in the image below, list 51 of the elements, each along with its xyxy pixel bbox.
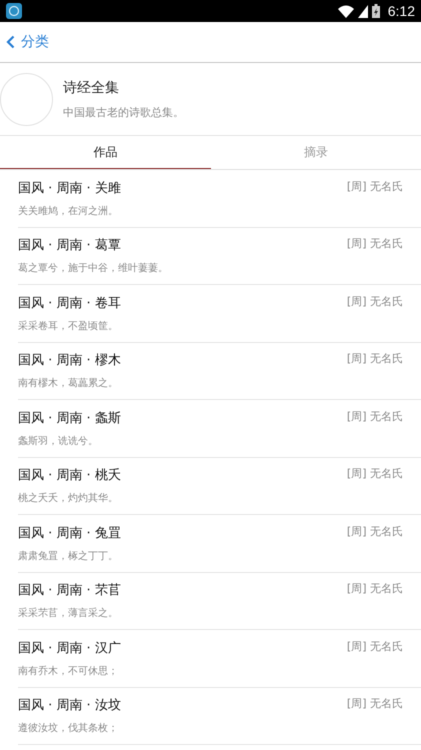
battery-icon — [372, 4, 380, 18]
poem-author: [周] 无名氏 — [346, 236, 403, 252]
poem-excerpt: 肃肃兔罝，椓之丁丁。 — [18, 550, 119, 563]
poem-list-item[interactable]: 国风 · 周南 · 樛木 [周] 无名氏 南有樛木，葛藟累之。 — [18, 342, 421, 400]
back-button[interactable]: 分类 — [6, 33, 49, 51]
collection-title: 诗经全集 — [63, 78, 120, 96]
poem-author: [周] 无名氏 — [346, 351, 403, 368]
poem-title: 国风 · 周南 · 螽斯 — [18, 410, 122, 427]
signal-icon — [358, 4, 368, 18]
poem-author: [周] 无名氏 — [346, 466, 403, 482]
poem-excerpt: 葛之覃兮，施于中谷，维叶萋萋。 — [18, 262, 169, 276]
tab[interactable]: 作品 — [0, 136, 210, 169]
poem-title: 国风 · 周南 · 兔罝 — [18, 524, 122, 542]
poem-author: [周] 无名氏 — [346, 696, 403, 712]
poem-title: 国风 · 周南 · 芣苢 — [18, 582, 122, 600]
poem-excerpt: 采采芣苢，薄言采之。 — [18, 606, 119, 620]
poem-list-item[interactable]: 国风 · 周南 · 卷耳 [周] 无名氏 采采卷耳，不盈顷筐。 — [18, 285, 421, 342]
poem-list-item[interactable]: 国风 · 周南 · 汝坟 [周] 无名氏 遵彼汝坟，伐其条枚； — [18, 688, 421, 745]
poem-list-item[interactable]: 国风 · 周南 · 桃夭 [周] 无名氏 桃之夭夭，灼灼其华。 — [18, 458, 421, 515]
poem-excerpt: 采采卷耳，不盈顷筐。 — [18, 320, 119, 333]
collection-description: 中国最古老的诗歌总集。 — [63, 104, 184, 120]
poem-list-item[interactable]: 国风 · 周南 · 兔罝 [周] 无名氏 肃肃兔罝，椓之丁丁。 — [18, 515, 421, 572]
wifi-icon — [338, 4, 354, 18]
poem-title: 国风 · 周南 · 桃夭 — [18, 467, 122, 484]
poem-list-item[interactable]: 国风 · 周南 · 关雎 [周] 无名氏 关关雎鸠，在河之洲。 — [18, 170, 421, 228]
poem-excerpt: 南有樛木，葛藟累之。 — [18, 376, 119, 390]
poem-title: 国风 · 周南 · 葛覃 — [18, 237, 122, 254]
poem-author: [周] 无名氏 — [346, 581, 403, 598]
poem-list-item[interactable]: 国风 · 周南 · 汉广 [周] 无名氏 南有乔木，不可休思； — [18, 630, 421, 688]
poem-excerpt: 关关雎鸠，在河之洲。 — [18, 204, 119, 218]
poem-excerpt: 南有乔木，不可休思； — [18, 664, 119, 678]
poem-title: 国风 · 周南 · 汝坟 — [18, 697, 122, 714]
poem-excerpt: 螽斯羽，诜诜兮。 — [18, 434, 99, 448]
poem-list-item[interactable]: 国风 · 周南 · 葛覃 [周] 无名氏 葛之覃兮，施于中谷，维叶萋萋。 — [18, 228, 421, 285]
poem-title: 国风 · 周南 · 樛木 — [18, 352, 122, 370]
poem-author: [周] 无名氏 — [346, 178, 403, 195]
poem-excerpt: 桃之夭夭，灼灼其华。 — [18, 492, 119, 506]
poem-author: [周] 无名氏 — [346, 294, 403, 310]
poem-title: 国风 · 周南 · 卷耳 — [18, 294, 122, 312]
poem-title: 国风 · 周南 · 关雎 — [18, 180, 122, 197]
poem-author: [周] 无名氏 — [346, 408, 403, 425]
avatar — [0, 72, 53, 126]
chevron-left-icon — [6, 35, 15, 49]
clock-time: 6:12 — [388, 3, 415, 19]
poem-author: [周] 无名氏 — [346, 524, 403, 540]
app-icon — [6, 3, 22, 19]
poem-excerpt: 遵彼汝坟，伐其条枚； — [18, 722, 119, 736]
poem-list-item[interactable]: 国风 · 周南 · 螽斯 [周] 无名氏 螽斯羽，诜诜兮。 — [18, 400, 421, 458]
poem-title: 国风 · 周南 · 汉广 — [18, 640, 122, 657]
poem-list-item[interactable]: 国风 · 周南 · 芣苢 [周] 无名氏 采采芣苢，薄言采之。 — [18, 572, 421, 630]
poem-author: [周] 无名氏 — [346, 638, 403, 655]
